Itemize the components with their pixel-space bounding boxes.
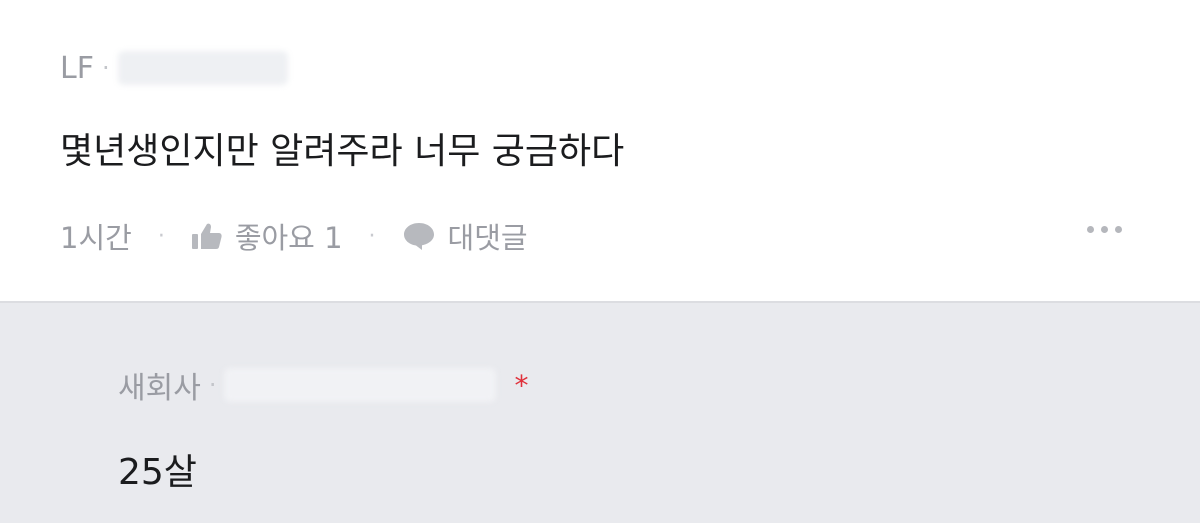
comment-time: 1시간 bbox=[60, 221, 132, 255]
speech-bubble-icon bbox=[403, 223, 434, 250]
reply-label: 대댓글 bbox=[447, 221, 528, 255]
reply-author-line: 새회사 · * bbox=[118, 363, 529, 407]
author-separator: · bbox=[208, 371, 217, 399]
blurred-author-name bbox=[117, 51, 288, 85]
reply-author-company[interactable]: 새회사 bbox=[118, 363, 201, 407]
like-button[interactable]: 좋아요 1 bbox=[191, 215, 343, 257]
comment: LF · 몇년생인지만 알려주라 너무 궁금하다 1시간 · 좋아요 1 · 대… bbox=[0, 0, 1200, 301]
action-separator: · bbox=[368, 223, 376, 249]
thumbs-up-icon bbox=[191, 223, 222, 249]
comment-author-company[interactable]: LF bbox=[60, 51, 94, 86]
comment-actions: 1시간 · 좋아요 1 · 대댓글 bbox=[60, 214, 528, 258]
reply-text: 25살 bbox=[118, 452, 197, 493]
author-badge: * bbox=[514, 368, 529, 402]
comment-author-line: LF · bbox=[60, 48, 288, 88]
action-separator: · bbox=[157, 223, 165, 249]
more-options-button[interactable] bbox=[1087, 226, 1122, 233]
comment-text: 몇년생인지만 알려주라 너무 궁금하다 bbox=[60, 131, 625, 172]
reply-button[interactable]: 대댓글 bbox=[402, 215, 528, 257]
like-label: 좋아요 1 bbox=[234, 221, 343, 255]
reply-comment: 새회사 · * 25살 bbox=[0, 303, 1200, 523]
more-dots-icon bbox=[1087, 226, 1094, 233]
author-separator: · bbox=[101, 54, 110, 82]
blurred-author-name bbox=[224, 368, 497, 402]
